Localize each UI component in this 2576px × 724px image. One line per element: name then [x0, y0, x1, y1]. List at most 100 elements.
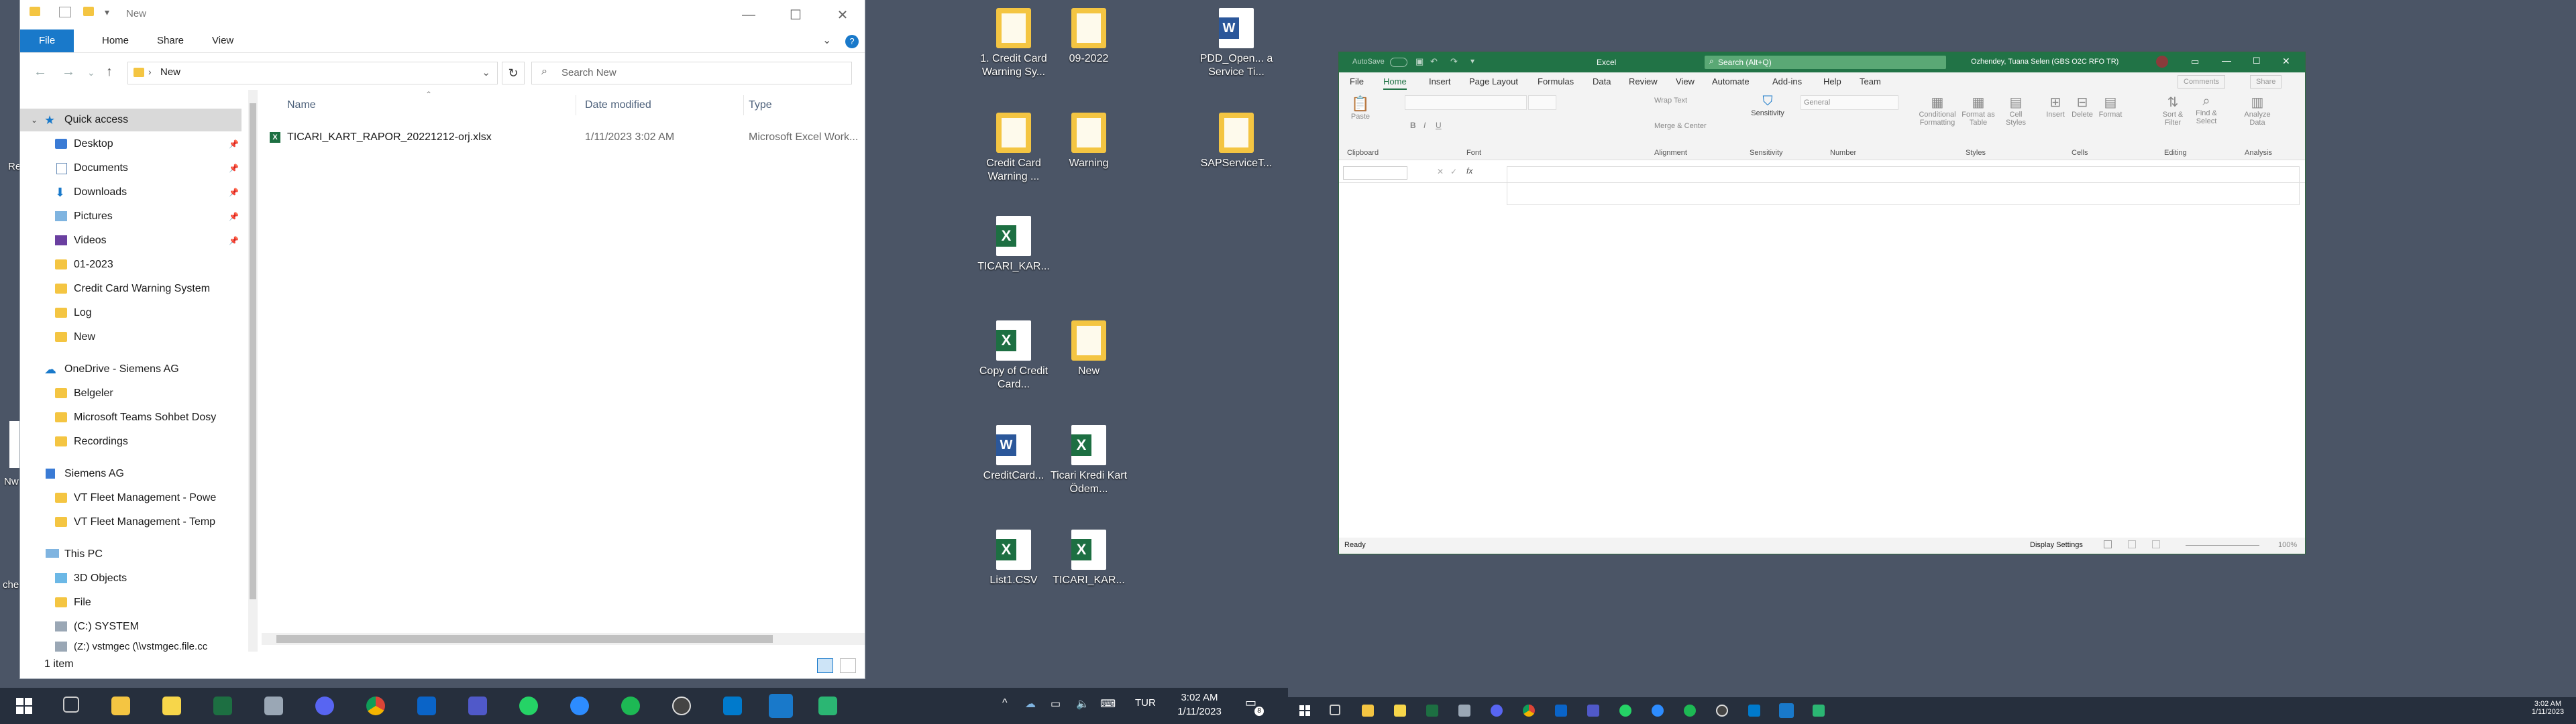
conditional-formatting-button[interactable]: ▦ Conditional Formatting — [1917, 94, 1957, 127]
desktop-icon-folder[interactable]: New — [1045, 320, 1132, 378]
workbook-area[interactable] — [1339, 209, 2305, 538]
refresh-button[interactable]: ↻ — [502, 62, 525, 84]
cancel-icon[interactable]: ✕ — [1437, 167, 1444, 176]
tab-data[interactable]: Data — [1593, 76, 1611, 86]
nav-item-documents[interactable]: Documents 📌 — [20, 157, 241, 180]
customize-toolbar-icon[interactable]: ▾ — [105, 7, 109, 18]
nav-item-downloads[interactable]: ⬇ Downloads 📌 — [20, 181, 241, 204]
sap-icon[interactable] — [769, 694, 793, 718]
nav-item-belgeler[interactable]: Belgeler — [20, 382, 241, 405]
excel-icon[interactable] — [1426, 705, 1438, 717]
tab-share[interactable]: Share — [145, 29, 196, 52]
keyboard-icon[interactable]: ⌨ — [1100, 697, 1116, 711]
desktop-icon-folder[interactable]: 09-2022 — [1045, 8, 1132, 66]
spotify-icon[interactable] — [621, 697, 640, 715]
clock[interactable]: 3:02 AM 1/11/2023 — [2522, 700, 2573, 716]
desktop-icon-folder[interactable]: Credit Card Warning ... — [970, 113, 1057, 184]
chrome-icon[interactable] — [1523, 705, 1535, 717]
column-header-name[interactable]: Name — [287, 99, 316, 111]
nav-onedrive[interactable]: ☁ OneDrive - Siemens AG — [20, 358, 241, 381]
desktop-icon-label-fragment[interactable]: che — [3, 579, 19, 591]
tab-home[interactable]: Home — [1383, 76, 1407, 90]
nav-item-credit-card-warning-system[interactable]: Credit Card Warning System — [20, 278, 241, 300]
normal-view-icon[interactable] — [2104, 540, 2112, 548]
number-format-select[interactable]: General — [1801, 95, 1898, 110]
nav-item-videos[interactable]: Videos 📌 — [20, 229, 241, 252]
desktop-icon-excel[interactable]: TICARI_KAR... — [1045, 530, 1132, 587]
font-name-select[interactable] — [1405, 95, 1527, 110]
tab-view[interactable]: View — [200, 29, 246, 52]
nav-item-c-drive[interactable]: (C:) SYSTEM — [20, 615, 241, 638]
maximize-button[interactable]: ☐ — [2253, 56, 2261, 66]
large-icons-view-icon[interactable] — [840, 658, 856, 673]
tab-formulas[interactable]: Formulas — [1538, 76, 1574, 86]
desktop-icon-excel[interactable]: List1.CSV — [970, 530, 1057, 587]
sort-filter-button[interactable]: ⇅ Sort & Filter — [2157, 94, 2188, 127]
chrome-icon[interactable] — [366, 697, 385, 715]
format-as-table-button[interactable]: ▦ Format as Table — [1959, 94, 1998, 127]
desktop-icon-excel[interactable]: Copy of Credit Card... — [970, 320, 1057, 391]
autosave-label[interactable]: AutoSave — [1352, 58, 1385, 66]
spotify-icon[interactable] — [1684, 705, 1696, 717]
back-arrow-icon[interactable]: ← — [34, 64, 47, 80]
sap-icon[interactable] — [1779, 703, 1794, 718]
obs-icon[interactable] — [672, 697, 691, 715]
zoom-icon[interactable] — [1652, 705, 1664, 717]
underline-button[interactable]: U — [1436, 121, 1442, 130]
ribbon-display-options-icon[interactable]: ▭ — [2191, 56, 2199, 67]
desktop-icon-folder[interactable]: SAPServiceT... — [1193, 113, 1280, 170]
project-icon[interactable] — [1813, 705, 1825, 717]
nav-item-vt-fleet-temp[interactable]: VT Fleet Management - Temp — [20, 511, 241, 534]
input-language[interactable]: TUR — [1135, 697, 1156, 709]
desktop-icon-excel[interactable]: Ticari Kredi Kart Ödem... — [1045, 425, 1132, 496]
volume-icon[interactable]: 🔈 — [1076, 697, 1089, 711]
project-icon[interactable] — [818, 697, 837, 715]
nav-item-teams-chat-files[interactable]: Microsoft Teams Sohbet Dosy — [20, 406, 241, 429]
clock[interactable]: 3:02 AM 1/11/2023 — [1166, 692, 1233, 717]
desktop-icon-word[interactable]: CreditCard... — [970, 425, 1057, 483]
excel-titlebar[interactable]: AutoSave ▣ ↶ ↷ ▾ Excel Search (Alt+Q) ⌕ … — [1339, 52, 2305, 72]
nav-item-recordings[interactable]: Recordings — [20, 430, 241, 453]
close-button[interactable]: ✕ — [2282, 56, 2290, 67]
sticky-notes-icon[interactable] — [1394, 705, 1406, 717]
breadcrumb-chevron-icon[interactable]: › — [148, 66, 152, 77]
paste-button[interactable]: 📋 Paste — [1347, 95, 1374, 121]
formula-input[interactable] — [1507, 166, 2300, 205]
save-icon[interactable]: ▣ — [1415, 56, 1424, 67]
nav-siemens[interactable]: Siemens AG — [20, 463, 241, 485]
forward-arrow-icon[interactable]: → — [62, 64, 75, 80]
desktop-icon-folder[interactable]: 1. Credit Card Warning Sy... — [970, 8, 1057, 79]
expand-ribbon-icon[interactable]: ⌄ — [822, 34, 831, 47]
page-layout-view-icon[interactable] — [2128, 540, 2136, 548]
share-button[interactable]: Share — [2250, 75, 2282, 88]
search-input[interactable]: Search (Alt+Q) — [1705, 56, 1946, 69]
whatsapp-icon[interactable] — [1619, 705, 1631, 717]
pen-tool-icon[interactable] — [264, 697, 283, 715]
bold-button[interactable]: B — [1410, 121, 1416, 130]
obs-icon[interactable] — [1716, 705, 1728, 717]
tab-view[interactable]: View — [1676, 76, 1695, 86]
tab-insert[interactable]: Insert — [1429, 76, 1451, 86]
nav-item-log[interactable]: Log — [20, 302, 241, 324]
details-view-icon[interactable] — [817, 658, 833, 673]
analyze-data-button[interactable]: ▥ Analyze Data — [2241, 94, 2274, 127]
desktop-icon-excel[interactable]: TICARI_KAR... — [970, 216, 1057, 274]
network-icon[interactable]: ▭ — [1051, 697, 1061, 711]
vscode-icon[interactable] — [1748, 705, 1760, 717]
delete-cells-button[interactable]: ⊟ Delete — [2070, 94, 2094, 119]
outlook-icon[interactable] — [1555, 705, 1567, 717]
discord-icon[interactable] — [315, 697, 334, 715]
minimize-button[interactable]: — — [2222, 55, 2231, 66]
nav-item-pictures[interactable]: Pictures 📌 — [20, 205, 241, 228]
customize-qat-icon[interactable]: ▾ — [1470, 56, 1474, 66]
start-button[interactable] — [15, 697, 34, 715]
column-header-type[interactable]: Type — [749, 99, 772, 111]
nav-item-vt-fleet-power[interactable]: VT Fleet Management - Powe — [20, 487, 241, 509]
search-input[interactable]: Search New — [561, 67, 616, 78]
teams-icon[interactable] — [468, 697, 487, 715]
discord-icon[interactable] — [1491, 705, 1503, 717]
cell-styles-button[interactable]: ▤ Cell Styles — [1999, 94, 2033, 127]
nav-this-pc[interactable]: This PC — [20, 543, 241, 566]
address-dropdown-icon[interactable]: ⌄ — [482, 66, 490, 78]
tab-page-layout[interactable]: Page Layout — [1469, 76, 1518, 86]
